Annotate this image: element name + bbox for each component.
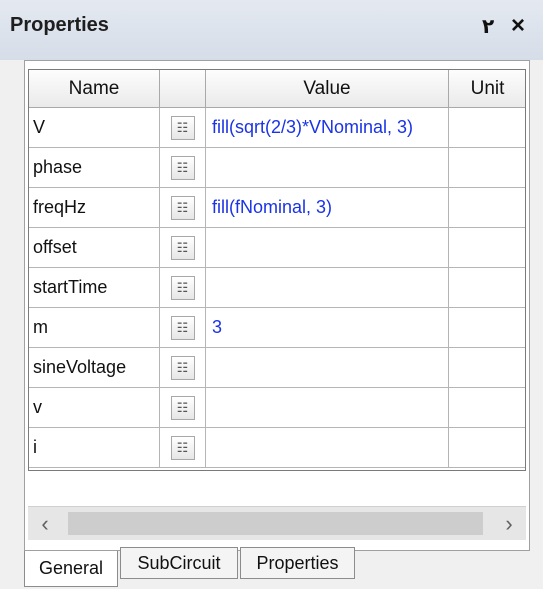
- edit-button-cell: ☷: [160, 228, 206, 268]
- edit-button-cell: ☷: [160, 148, 206, 188]
- table-row[interactable]: offset ☷: [29, 228, 525, 268]
- edit-button-cell: ☷: [160, 388, 206, 428]
- property-value-cell[interactable]: [206, 348, 449, 388]
- property-unit-cell[interactable]: [449, 228, 525, 268]
- tab-subcircuit[interactable]: SubCircuit: [120, 547, 238, 579]
- edit-button-cell: ☷: [160, 188, 206, 228]
- property-name-cell[interactable]: startTime: [29, 268, 160, 308]
- property-name-cell[interactable]: m: [29, 308, 160, 348]
- property-value-cell[interactable]: fill(sqrt(2/3)*VNominal, 3): [206, 108, 449, 148]
- panel-title: Properties: [10, 14, 109, 36]
- edit-button-cell: ☷: [160, 308, 206, 348]
- table-row[interactable]: m ☷ 3: [29, 308, 525, 348]
- scroll-thumb[interactable]: [68, 512, 483, 535]
- edit-button-cell: ☷: [160, 108, 206, 148]
- property-name-cell[interactable]: i: [29, 428, 160, 468]
- tab-general[interactable]: General: [24, 551, 118, 587]
- table-row[interactable]: phase ☷: [29, 148, 525, 188]
- property-name-cell[interactable]: sineVoltage: [29, 348, 160, 388]
- close-icon[interactable]: ×: [511, 12, 525, 40]
- column-header-name[interactable]: Name: [29, 70, 160, 108]
- property-name-cell[interactable]: v: [29, 388, 160, 428]
- edit-list-icon[interactable]: ☷: [170, 155, 195, 180]
- property-value-cell[interactable]: [206, 228, 449, 268]
- tab-properties[interactable]: Properties: [240, 547, 355, 579]
- property-name-cell[interactable]: freqHz: [29, 188, 160, 228]
- column-header-unit[interactable]: Unit: [449, 70, 525, 108]
- scroll-left-arrow-icon[interactable]: ‹: [28, 507, 62, 540]
- properties-grid: Name Value Unit V ☷ fill(sqrt(2/3)*VNomina…: [28, 69, 526, 471]
- edit-list-icon[interactable]: ☷: [170, 315, 195, 340]
- property-name-cell[interactable]: offset: [29, 228, 160, 268]
- edit-list-icon[interactable]: ☷: [170, 355, 195, 380]
- edit-button-cell: ☷: [160, 428, 206, 468]
- edit-list-icon[interactable]: ☷: [170, 195, 195, 220]
- property-unit-cell[interactable]: [449, 188, 525, 228]
- table-row[interactable]: sineVoltage ☷: [29, 348, 525, 388]
- horizontal-scrollbar[interactable]: ‹ ›: [28, 506, 526, 540]
- edit-list-icon[interactable]: ☷: [170, 435, 195, 460]
- property-unit-cell[interactable]: [449, 108, 525, 148]
- column-header-value[interactable]: Value: [206, 70, 449, 108]
- property-value-cell[interactable]: [206, 148, 449, 188]
- property-unit-cell[interactable]: [449, 268, 525, 308]
- property-name-cell[interactable]: phase: [29, 148, 160, 188]
- property-value-cell[interactable]: [206, 388, 449, 428]
- scroll-right-arrow-icon[interactable]: ›: [492, 507, 526, 540]
- edit-list-icon[interactable]: ☷: [170, 395, 195, 420]
- table-row[interactable]: i ☷: [29, 428, 525, 468]
- edit-button-cell: ☷: [160, 348, 206, 388]
- table-row[interactable]: freqHz ☷ fill(fNominal, 3): [29, 188, 525, 228]
- property-unit-cell[interactable]: [449, 148, 525, 188]
- property-unit-cell[interactable]: [449, 308, 525, 348]
- table-row[interactable]: startTime ☷: [29, 268, 525, 308]
- properties-panel: Name Value Unit V ☷ fill(sqrt(2/3)*VNomina…: [24, 60, 530, 551]
- property-name-cell[interactable]: V: [29, 108, 160, 148]
- edit-button-cell: ☷: [160, 268, 206, 308]
- column-header-button[interactable]: [160, 70, 206, 108]
- table-row[interactable]: V ☷ fill(sqrt(2/3)*VNominal, 3): [29, 108, 525, 148]
- property-value-cell[interactable]: [206, 268, 449, 308]
- property-value-cell[interactable]: [206, 428, 449, 468]
- edit-list-icon[interactable]: ☷: [170, 275, 195, 300]
- pin-icon[interactable]: ٢: [482, 14, 494, 39]
- table-row[interactable]: v ☷: [29, 388, 525, 428]
- property-unit-cell[interactable]: [449, 348, 525, 388]
- property-value-cell[interactable]: 3: [206, 308, 449, 348]
- property-unit-cell[interactable]: [449, 388, 525, 428]
- panel-title-bar: Properties ٢ ×: [0, 0, 543, 60]
- edit-list-icon[interactable]: ☷: [170, 235, 195, 260]
- edit-list-icon[interactable]: ☷: [170, 115, 195, 140]
- property-unit-cell[interactable]: [449, 428, 525, 468]
- property-value-cell[interactable]: fill(fNominal, 3): [206, 188, 449, 228]
